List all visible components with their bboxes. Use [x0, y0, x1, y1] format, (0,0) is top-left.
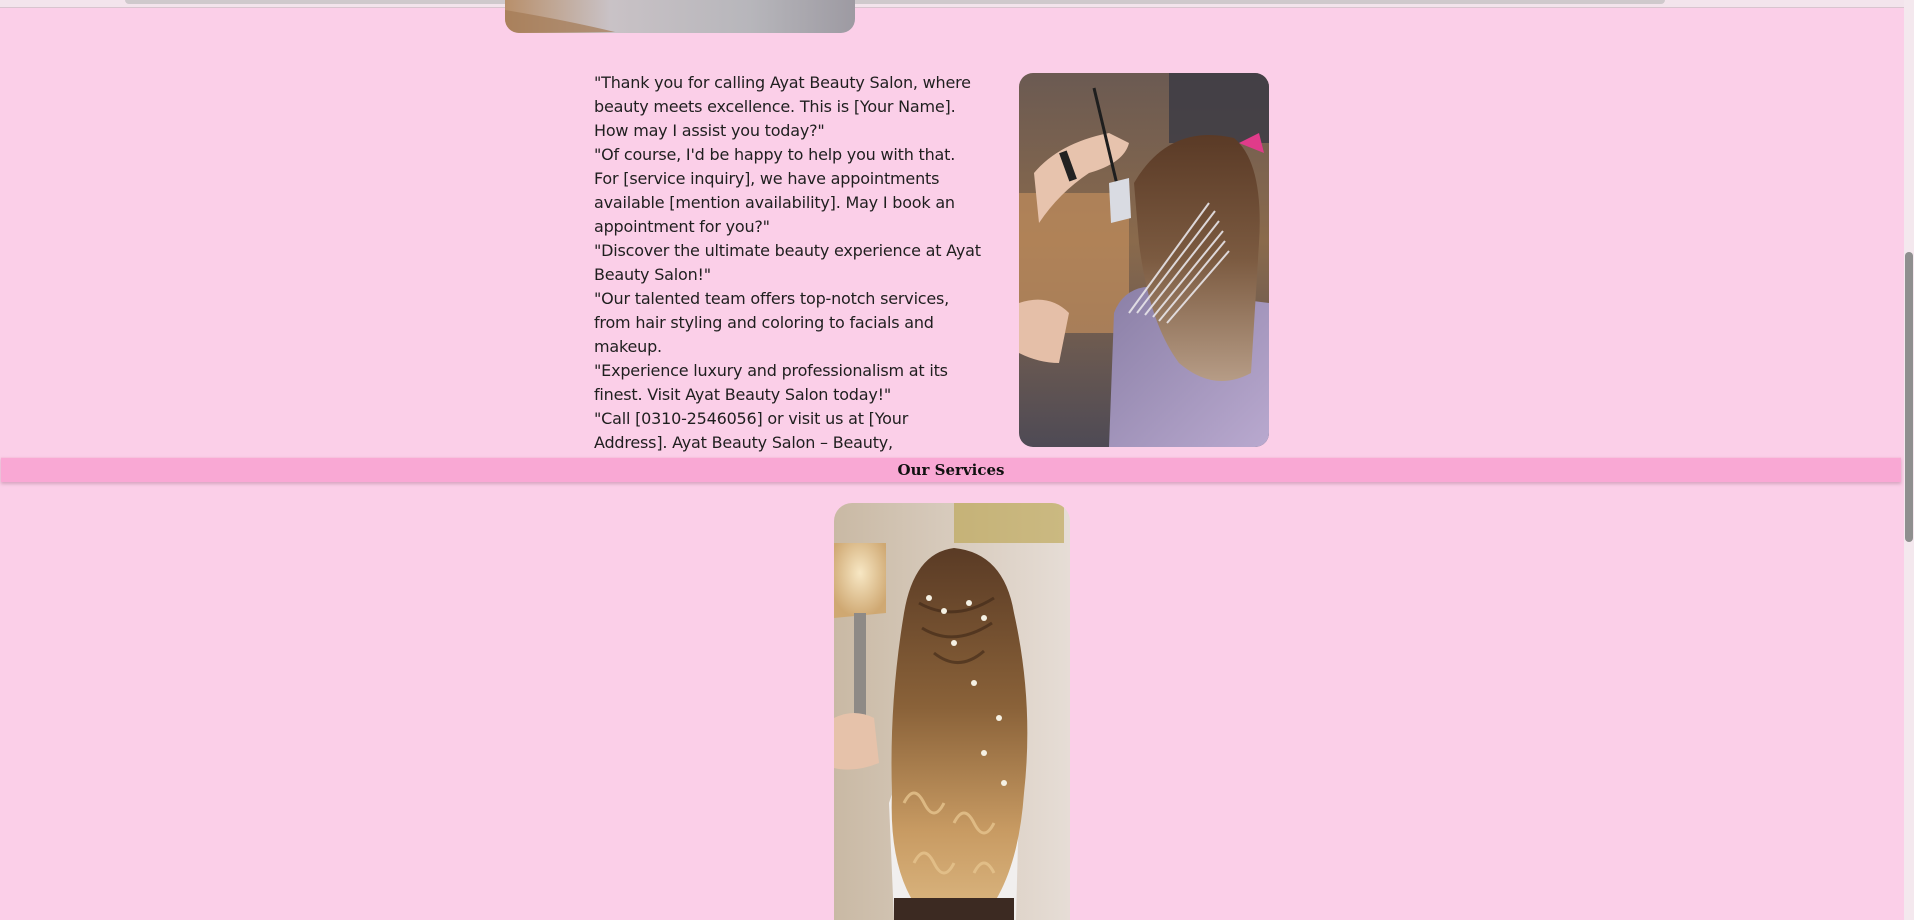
script-booking: "Of course, I'd be happy to help you wit… [594, 145, 956, 236]
call-script: "Thank you for calling Ayat Beauty Salon… [594, 71, 984, 479]
page: "Thank you for calling Ayat Beauty Salon… [0, 0, 1914, 920]
script-discover: "Discover the ultimate beauty experience… [594, 241, 981, 284]
hair-coloring-photo [1019, 73, 1269, 447]
salon-photo-top [505, 0, 855, 33]
script-greeting: "Thank you for calling Ayat Beauty Salon… [594, 73, 971, 140]
page-scrollbar[interactable] [1904, 0, 1914, 920]
script-team: "Our talented team offers top-notch serv… [594, 289, 950, 356]
bridal-hairstyle-photo [834, 503, 1070, 920]
scrollbar-thumb[interactable] [1905, 252, 1913, 542]
script-experience: "Experience luxury and professionalism a… [594, 361, 948, 404]
services-header-bar: Our Services [1, 457, 1901, 482]
services-heading: Our Services [897, 461, 1005, 479]
browser-top-tab [125, 0, 1665, 4]
